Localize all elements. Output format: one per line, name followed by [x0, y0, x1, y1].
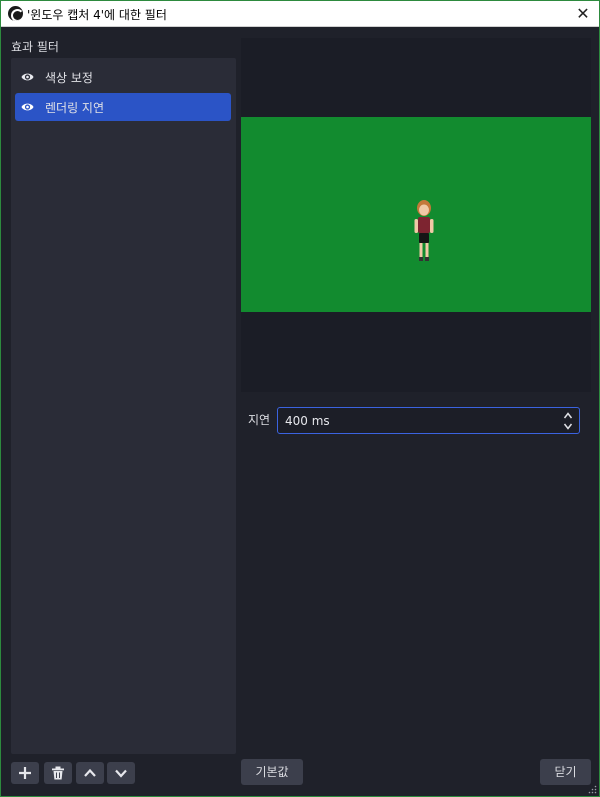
chevron-down-icon — [115, 769, 127, 778]
filter-item-render-delay[interactable]: 렌더링 지연 — [15, 93, 231, 121]
chevron-up-icon — [84, 768, 96, 777]
delay-value[interactable]: 400 ms — [285, 414, 330, 428]
delay-spinbox[interactable]: 400 ms — [277, 407, 580, 434]
trash-icon — [52, 766, 64, 780]
chevron-up-icon[interactable] — [563, 411, 573, 420]
title-bar: '윈도우 캡처 4'에 대한 필터 ✕ — [1, 1, 599, 27]
close-window-button[interactable]: ✕ — [567, 1, 599, 27]
delay-label: 지연 — [248, 413, 271, 427]
filter-item-label: 색상 보정 — [45, 71, 93, 85]
close-button[interactable]: 닫기 — [540, 759, 591, 785]
move-filter-up-button[interactable] — [76, 762, 104, 784]
eye-icon[interactable] — [21, 71, 34, 83]
eye-icon[interactable] — [21, 101, 34, 113]
filter-item-label: 렌더링 지연 — [45, 101, 105, 115]
add-filter-button[interactable] — [11, 762, 39, 784]
obs-logo-icon — [8, 6, 23, 21]
defaults-button[interactable]: 기본값 — [241, 759, 303, 785]
plus-icon — [19, 767, 31, 779]
character-figure — [414, 200, 434, 261]
effect-filters-label: 효과 필터 — [11, 40, 59, 54]
chevron-down-icon[interactable] — [563, 422, 573, 431]
preview-frame — [241, 117, 591, 312]
filter-list: 색상 보정 렌더링 지연 — [11, 58, 236, 754]
source-preview — [241, 38, 591, 392]
resize-grip-icon[interactable] — [588, 785, 597, 794]
move-filter-down-button[interactable] — [107, 762, 135, 784]
filter-item-color-correction[interactable]: 색상 보정 — [15, 63, 231, 91]
window-title: '윈도우 캡처 4'에 대한 필터 — [27, 8, 167, 22]
remove-filter-button[interactable] — [44, 762, 72, 784]
filters-dialog: '윈도우 캡처 4'에 대한 필터 ✕ 효과 필터 색상 보정 렌더링 지연 지… — [0, 0, 600, 797]
